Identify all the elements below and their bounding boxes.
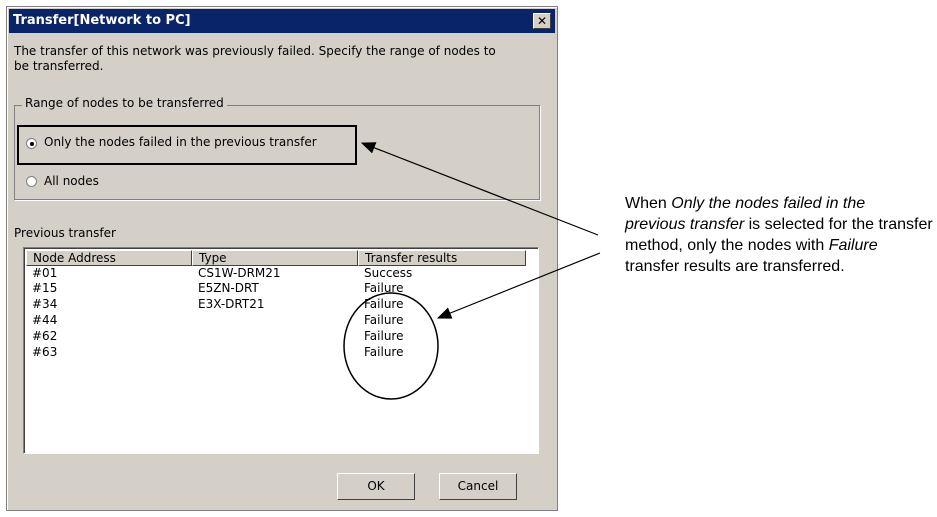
note-text-1: When xyxy=(625,195,672,212)
note-italic-1: Only the nodes failed in the xyxy=(671,195,866,212)
note-text-3: transfer results are transferred. xyxy=(625,258,845,275)
failure-results-circle xyxy=(343,292,439,400)
note-italic-3: Failure xyxy=(828,237,878,254)
callout-arrow-upper xyxy=(360,142,599,236)
note-italic-2: previous transfer xyxy=(625,216,745,233)
annotation-note: When Only the nodes failed in the previo… xyxy=(625,193,935,277)
callout-arrow-lower xyxy=(436,252,601,319)
